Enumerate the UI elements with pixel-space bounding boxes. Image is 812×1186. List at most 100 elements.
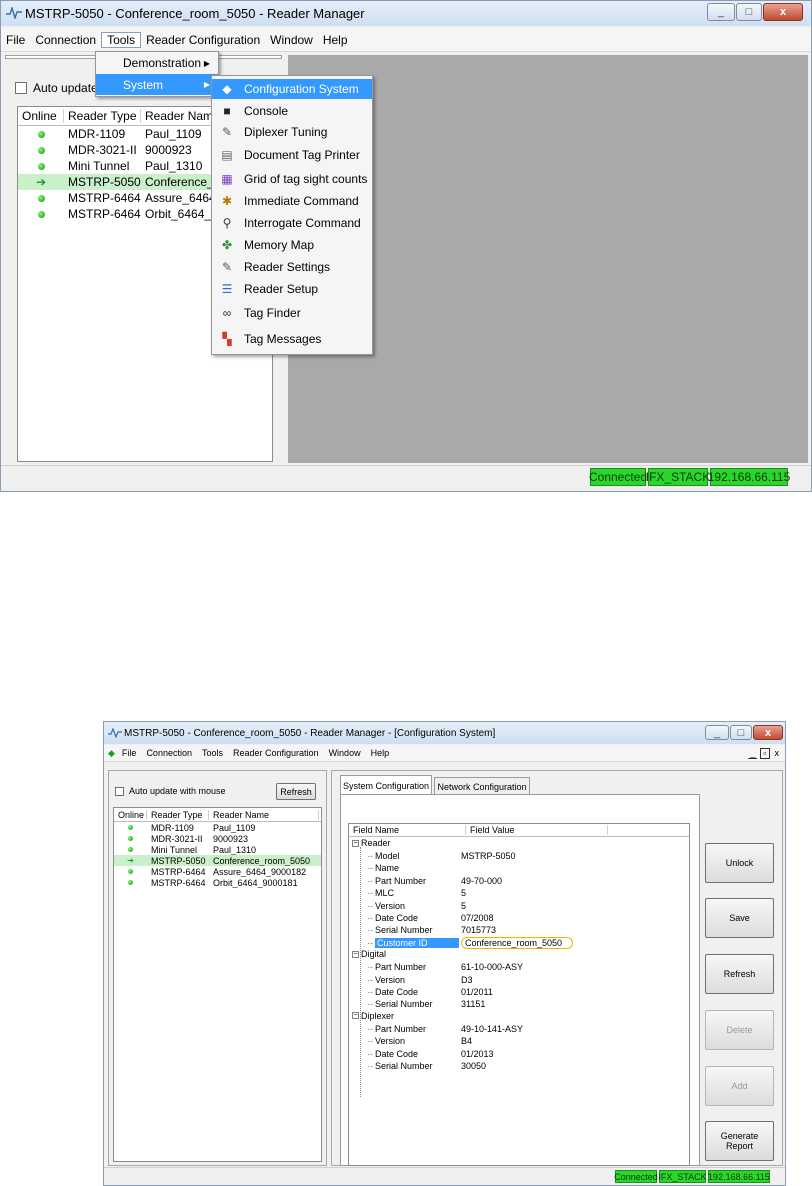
collapse-icon[interactable]: − bbox=[352, 1012, 359, 1020]
field-value: 01/2013 bbox=[461, 1048, 494, 1059]
menu-bar: File Connection Tools Reader Configurati… bbox=[1, 28, 811, 52]
tree-field-row[interactable]: ·- Date Code 01/2011 bbox=[367, 986, 493, 998]
online-status-icon bbox=[128, 836, 133, 841]
menu-file[interactable]: File bbox=[117, 748, 142, 758]
tree-field-row[interactable]: ·- Serial Number 31151 bbox=[367, 998, 485, 1010]
table-row[interactable]: MDR-3021-II 9000923 bbox=[114, 833, 321, 844]
field-name: Part Number bbox=[375, 1023, 427, 1034]
menu-item-immediate-command[interactable]: ✱ Immediate Command bbox=[212, 190, 372, 211]
tree-field-row[interactable]: ·- Customer ID Conference_room_5050 bbox=[367, 936, 574, 949]
save-button[interactable]: Save bbox=[705, 898, 774, 938]
table-row[interactable]: Mini Tunnel Paul_1310 bbox=[114, 844, 321, 855]
tree-field-row[interactable]: ·- Date Code 01/2013 bbox=[367, 1048, 494, 1060]
menu-file[interactable]: File bbox=[1, 33, 30, 47]
tree-connector: ·- bbox=[367, 1048, 373, 1059]
tree-field-row[interactable]: ·- Version B4 bbox=[367, 1035, 472, 1047]
maximize-button[interactable]: □ bbox=[730, 725, 752, 740]
menu-connection[interactable]: Connection bbox=[141, 748, 197, 758]
delete-button[interactable]: Delete bbox=[705, 1010, 774, 1050]
menu-item-grid-of-tag-sight-counts[interactable]: ▦ Grid of tag sight counts bbox=[212, 168, 372, 189]
menu-reader-configuration[interactable]: Reader Configuration bbox=[141, 33, 265, 47]
field-value[interactable]: Conference_room_5050 bbox=[461, 936, 574, 949]
field-value: 61-10-000-ASY bbox=[461, 962, 524, 973]
tree-field-row[interactable]: ·- Name bbox=[367, 862, 461, 874]
add-button[interactable]: Add bbox=[705, 1066, 774, 1106]
menu-item-reader-settings[interactable]: ✎ Reader Settings bbox=[212, 256, 372, 277]
collapse-icon[interactable]: − bbox=[352, 839, 359, 847]
tree-group-reader[interactable]: − Reader bbox=[352, 837, 391, 849]
column-reader-type[interactable]: Reader Type bbox=[64, 109, 141, 123]
tree-group-digital[interactable]: − Digital bbox=[352, 948, 386, 960]
column-field-value[interactable]: Field Value bbox=[466, 825, 608, 835]
minimize-button[interactable]: _ bbox=[705, 725, 729, 740]
column-reader-name[interactable]: Reader Name bbox=[209, 809, 319, 820]
tree-field-row[interactable]: ·- Date Code 07/2008 bbox=[367, 912, 494, 924]
menu-window[interactable]: Window bbox=[324, 748, 366, 758]
column-field-name[interactable]: Field Name bbox=[349, 825, 466, 835]
menu-tools[interactable]: Tools bbox=[197, 748, 228, 758]
generate-report-button[interactable]: Generate Report bbox=[705, 1121, 774, 1161]
menu-item-diplexer-tuning[interactable]: ✎ Diplexer Tuning bbox=[212, 121, 372, 142]
tree-group-diplexer[interactable]: − Diplexer bbox=[352, 1010, 394, 1022]
menu-help[interactable]: Help bbox=[366, 748, 395, 758]
mdi-close-button[interactable]: x bbox=[773, 748, 782, 759]
online-cell bbox=[18, 130, 64, 138]
system-submenu: ◆ Configuration System ■ Console ✎ Diplexer T… bbox=[211, 75, 373, 355]
tab-network-configuration[interactable]: Network Configuration bbox=[434, 777, 530, 795]
tree-field-row[interactable]: ·- Version D3 bbox=[367, 974, 473, 986]
status-stack: IFX_STACK bbox=[658, 1170, 707, 1183]
column-online[interactable]: Online bbox=[18, 109, 64, 123]
menu-window[interactable]: Window bbox=[265, 33, 318, 47]
menu-item-console[interactable]: ■ Console bbox=[212, 100, 372, 121]
minimize-button[interactable]: _ bbox=[707, 3, 735, 21]
menu-reader-configuration[interactable]: Reader Configuration bbox=[228, 748, 324, 758]
table-row[interactable]: MSTRP-6464 Orbit_6464_9000181 bbox=[114, 877, 321, 888]
auto-update-checkbox[interactable] bbox=[115, 786, 124, 796]
menu-item-system[interactable]: System ▶ bbox=[96, 74, 218, 95]
refresh-button[interactable]: Refresh bbox=[705, 954, 774, 994]
auto-update-checkbox[interactable] bbox=[15, 82, 27, 94]
refresh-list-button[interactable]: Refresh bbox=[276, 783, 316, 800]
collapse-icon[interactable]: − bbox=[352, 950, 359, 958]
mdi-minimize-button[interactable]: _ bbox=[748, 748, 758, 759]
tree-field-row[interactable]: ·- Version 5 bbox=[367, 900, 466, 912]
field-name: Part Number bbox=[375, 875, 427, 886]
tree-field-row[interactable]: ·- MLC 5 bbox=[367, 887, 466, 899]
table-row[interactable]: ➔ MSTRP-5050 Conference_room_5050 bbox=[114, 855, 321, 866]
mdi-restore-button[interactable]: ▫ bbox=[760, 747, 770, 759]
menu-help[interactable]: Help bbox=[318, 33, 353, 47]
tree-field-row[interactable]: ·- Part Number 49-10-141-ASY bbox=[367, 1023, 523, 1035]
menu-item-interrogate-command[interactable]: ⚲ Interrogate Command bbox=[212, 212, 372, 233]
tree-field-row[interactable]: ·- Part Number 61-10-000-ASY bbox=[367, 961, 523, 973]
close-button[interactable]: x bbox=[753, 725, 783, 740]
tree-field-row[interactable]: ·- Part Number 49-70-000 bbox=[367, 875, 502, 887]
column-online[interactable]: Online bbox=[114, 809, 147, 820]
close-button[interactable]: x bbox=[763, 3, 803, 21]
tree-field-row[interactable]: ·- Model MSTRP-5050 bbox=[367, 850, 516, 862]
tree-field-row[interactable]: ·- Serial Number 30050 bbox=[367, 1060, 486, 1072]
menu-item-tag-messages[interactable]: ▚ Tag Messages bbox=[212, 328, 372, 349]
menu-item-configuration-system[interactable]: ◆ Configuration System bbox=[212, 79, 372, 99]
online-cell bbox=[114, 825, 147, 830]
mdi-child-icon[interactable]: ◆ bbox=[104, 748, 117, 759]
menu-connection[interactable]: Connection bbox=[30, 33, 101, 47]
reader-type-cell: MDR-3021-II bbox=[151, 833, 203, 844]
column-reader-type[interactable]: Reader Type bbox=[147, 809, 209, 820]
menu-item-document-tag-printer[interactable]: ▤ Document Tag Printer bbox=[212, 144, 372, 165]
tab-system-configuration[interactable]: System Configuration bbox=[340, 775, 432, 795]
unlock-button[interactable]: Unlock bbox=[705, 843, 774, 883]
reader-type-cell: MDR-1109 bbox=[68, 127, 126, 141]
auto-update-option[interactable]: Auto update with mouse bbox=[115, 786, 226, 796]
menu-tools[interactable]: Tools bbox=[101, 31, 142, 48]
menu-item-reader-setup[interactable]: ☰ Reader Setup bbox=[212, 278, 372, 299]
table-row[interactable]: MSTRP-6464 Assure_6464_9000182 bbox=[114, 866, 321, 877]
menu-item-tag-finder[interactable]: ∞ Tag Finder bbox=[212, 302, 372, 323]
tree-field-row[interactable]: ·- Serial Number 7015773 bbox=[367, 924, 496, 936]
submenu-arrow-icon: ▶ bbox=[203, 80, 210, 89]
auto-update-option[interactable]: Auto update bbox=[15, 81, 98, 95]
table-row[interactable]: MDR-1109 Paul_1109 bbox=[114, 822, 321, 833]
menu-item-demonstration[interactable]: Demonstration ▶ bbox=[96, 53, 218, 73]
menu-item-memory-map[interactable]: ✤ Memory Map bbox=[212, 234, 372, 255]
maximize-button[interactable]: □ bbox=[736, 3, 762, 21]
setup-list-icon: ☰ bbox=[221, 281, 233, 296]
